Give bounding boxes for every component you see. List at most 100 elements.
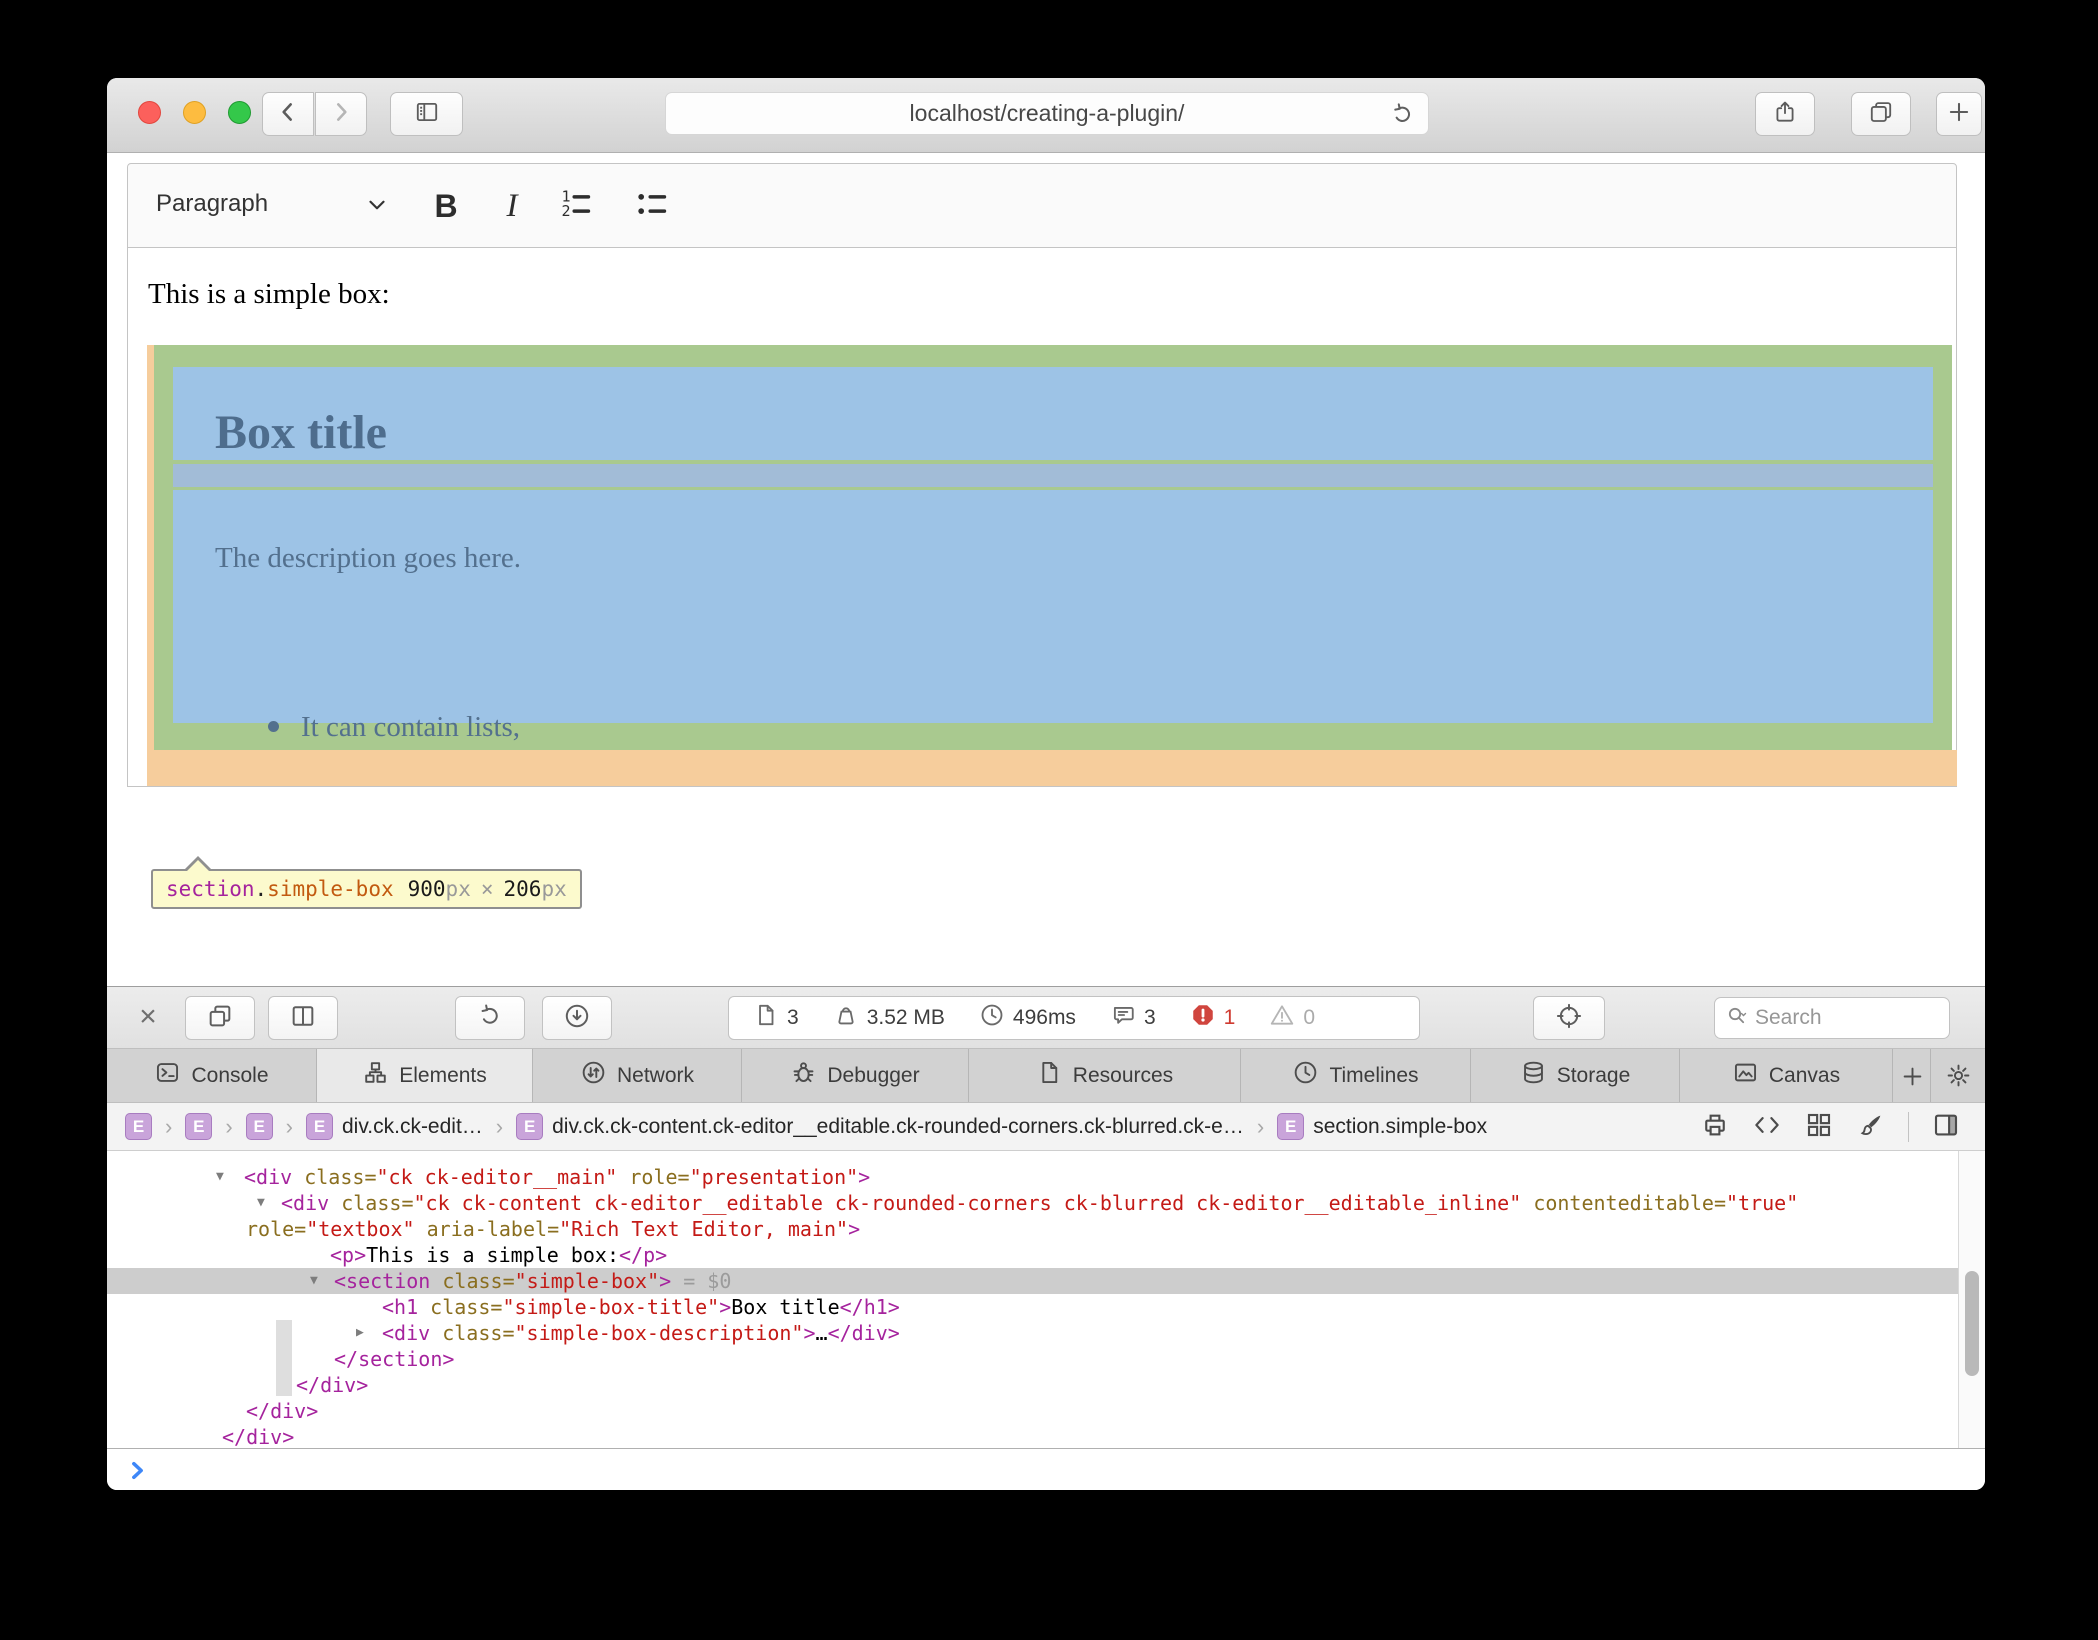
numbered-list-icon: 12 [556, 185, 594, 228]
dom-tree-row[interactable]: ▶<div class="simple-box-description">…</… [107, 1320, 1958, 1346]
download-button[interactable] [542, 996, 612, 1040]
disclosure-open-icon[interactable]: ▼ [257, 1190, 265, 1216]
dom-tree-row[interactable]: </div> [107, 1372, 1958, 1398]
breadcrumb-item-section-simple-box[interactable]: Esection.simple-box [1277, 1113, 1487, 1140]
dom-tree-row[interactable]: <p>This is a simple box:</p> [107, 1242, 1958, 1268]
code-token: Box title [731, 1295, 839, 1319]
breadcrumb-label: div.ck.ck-content.ck-editor__editable.ck… [552, 1115, 1244, 1139]
scrollbar-thumb[interactable] [1965, 1271, 1979, 1376]
code-token: role [246, 1217, 294, 1241]
dom-tree-row[interactable]: ▼<section class="simple-box"> = $0 [107, 1268, 1958, 1294]
search-input[interactable] [1755, 1006, 1895, 1030]
grid-overlay-icon[interactable] [1804, 1110, 1834, 1145]
code-token: = [678, 1165, 690, 1189]
zoom-window-button[interactable] [228, 101, 251, 124]
reload-page-button[interactable] [455, 996, 525, 1040]
element-badge: E [125, 1113, 152, 1140]
dom-tree-row[interactable]: </div> [107, 1424, 1958, 1448]
resources-icon [1036, 1059, 1063, 1092]
print-styles-icon[interactable] [1700, 1110, 1730, 1145]
sidebar-toggle-button[interactable] [390, 92, 463, 136]
tab-label: Debugger [827, 1064, 919, 1088]
code-token: "ck ck-editor__main" [376, 1165, 617, 1189]
share-button[interactable] [1755, 92, 1815, 136]
dom-tree: ▼<div class="ck ck-editor__main" role="p… [107, 1151, 1985, 1448]
breadcrumb-item[interactable]: E [185, 1113, 212, 1140]
inspector-tabs: ConsoleElementsNetwork Debugger ResourcesT… [107, 1049, 1985, 1103]
back-button[interactable] [262, 92, 314, 136]
settings-button[interactable] [1931, 1049, 1985, 1102]
code-token: <div [281, 1191, 329, 1215]
url-field[interactable]: localhost/creating-a-plugin/ [665, 92, 1429, 135]
stat-value: 0 [1303, 1006, 1315, 1030]
code-brackets-icon[interactable] [1752, 1110, 1782, 1145]
code-token: This is a simple box: [366, 1243, 619, 1267]
tab-label: Storage [1557, 1064, 1631, 1088]
dom-tree-row[interactable]: </section> [107, 1346, 1958, 1372]
breadcrumb-item-div-ck-ck-edit-[interactable]: Ediv.ck.ck-edit… [306, 1113, 483, 1140]
disclosure-open-icon[interactable]: ▼ [310, 1268, 318, 1294]
tab-timelines[interactable]: Timelines [1241, 1049, 1471, 1102]
detach-inspector-button[interactable] [185, 996, 255, 1040]
dom-tree-row[interactable]: ▼<div class="ck ck-content ck-editor__ed… [107, 1190, 1958, 1216]
paragraph-dropdown[interactable]: Paragraph [156, 190, 268, 218]
breadcrumb-item[interactable]: E [125, 1113, 152, 1140]
download-icon [563, 1002, 591, 1035]
close-inspector-button[interactable]: × [133, 1002, 163, 1032]
inspector-search[interactable] [1714, 997, 1950, 1039]
new-tab-button[interactable] [1936, 92, 1982, 136]
error-stat[interactable]: 1 [1190, 1002, 1236, 1034]
bubble-stat[interactable]: 3 [1110, 1002, 1156, 1034]
tab-overview-button[interactable] [1851, 92, 1911, 136]
tab-network[interactable]: Network [533, 1049, 742, 1102]
dom-tree-row[interactable]: role="textbox" aria-label="Rich Text Edi… [107, 1216, 1958, 1242]
bold-button[interactable]: B [424, 182, 468, 230]
url-text: localhost/creating-a-plugin/ [910, 100, 1185, 127]
breadcrumb-item[interactable]: E [246, 1113, 273, 1140]
tab-canvas[interactable]: Canvas [1680, 1049, 1893, 1102]
italic-button[interactable]: I [495, 182, 529, 230]
title-bar: localhost/creating-a-plugin/ [107, 78, 1985, 153]
code-token: "simple-box-description" [514, 1321, 803, 1345]
disclosure-closed-icon[interactable]: ▶ [356, 1320, 364, 1346]
dom-tree-row[interactable]: <h1 class="simple-box-title">Box title</… [107, 1294, 1958, 1320]
dom-tree-row[interactable]: ▼<div class="ck ck-editor__main" role="p… [107, 1164, 1958, 1190]
minimize-window-button[interactable] [183, 101, 206, 124]
weight-stat[interactable]: 3.52 MB [833, 1002, 945, 1034]
tab-resources[interactable]: Resources [969, 1049, 1241, 1102]
details-sidebar-icon[interactable] [1931, 1110, 1961, 1145]
console-prompt[interactable] [107, 1448, 1985, 1490]
paintbrush-icon[interactable] [1856, 1110, 1886, 1145]
plus-icon [1899, 1063, 1925, 1089]
tab-console[interactable]: Console [107, 1049, 317, 1102]
chevron-left-icon [275, 99, 301, 130]
close-window-button[interactable] [138, 101, 161, 124]
scrollbar[interactable] [1958, 1151, 1985, 1448]
warning-stat[interactable]: 0 [1269, 1002, 1315, 1034]
tab-debugger[interactable]: Debugger [742, 1049, 969, 1102]
tab-label: Canvas [1769, 1064, 1840, 1088]
code-token: "ck ck-content ck-editor__editable ck-ro… [413, 1191, 1521, 1215]
stat-value: 3.52 MB [867, 1006, 945, 1030]
element-picker-button[interactable] [1533, 996, 1605, 1040]
clock-stat[interactable]: 496ms [979, 1002, 1076, 1034]
document-stat[interactable]: 3 [753, 1002, 799, 1034]
add-panel-button[interactable] [1893, 1049, 1931, 1102]
disclosure-open-icon[interactable]: ▼ [216, 1164, 224, 1190]
numbered-list-button[interactable]: 12 [552, 182, 598, 230]
code-token: "textbox" [306, 1217, 414, 1241]
dom-tree-row[interactable]: </div> [107, 1398, 1958, 1424]
rich-text-editor[interactable]: This is a simple box: Box title The desc… [127, 248, 1957, 787]
code-token: </div> [246, 1399, 318, 1423]
tab-elements[interactable]: Elements [317, 1049, 533, 1102]
dock-side-button[interactable] [268, 996, 338, 1040]
code-token [418, 1295, 430, 1319]
breadcrumb-item-div-ck-ck-content-ck[interactable]: Ediv.ck.ck-content.ck-editor__editable.c… [516, 1113, 1244, 1140]
chevron-down-icon[interactable] [364, 192, 390, 218]
weight-icon [833, 1002, 859, 1034]
forward-button[interactable] [315, 92, 367, 136]
code-token: </div> [222, 1425, 294, 1448]
bulleted-list-button[interactable] [628, 182, 674, 230]
reload-icon[interactable] [1389, 101, 1416, 128]
tab-storage[interactable]: Storage [1471, 1049, 1680, 1102]
